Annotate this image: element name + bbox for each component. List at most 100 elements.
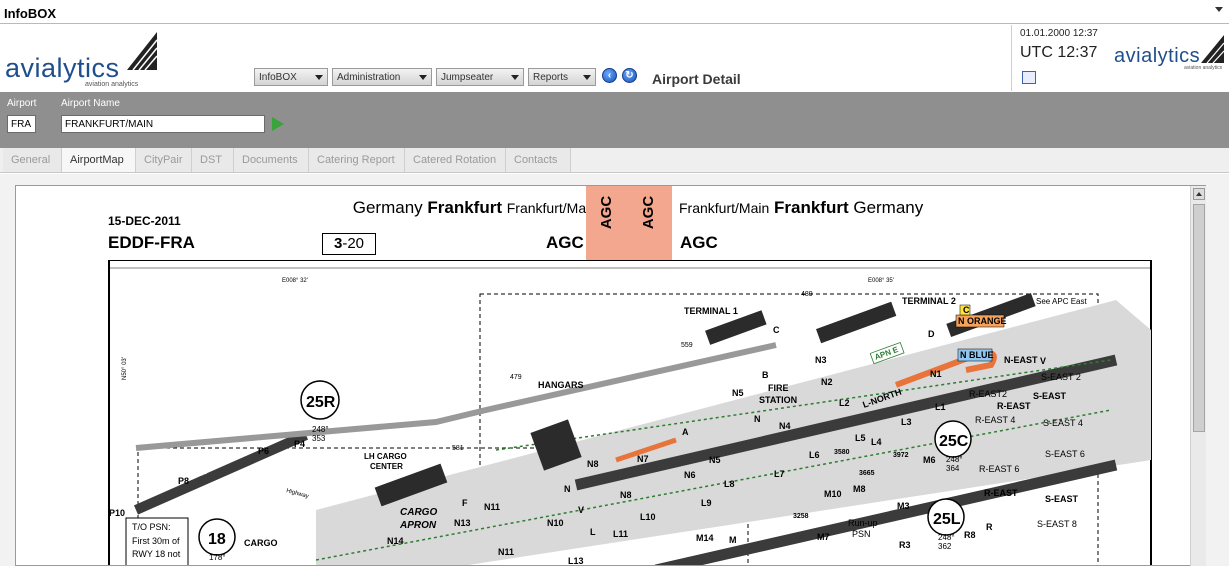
label-r-east4: R-EAST 4 (975, 415, 1015, 425)
agc-left: AGC (546, 233, 584, 252)
taxiway-label: N11 (484, 502, 500, 512)
taxiway-label: M (729, 535, 737, 545)
taxiway-label: F (462, 498, 468, 508)
tab-catering-report[interactable]: Catering Report (309, 148, 405, 172)
chart-location-left: Germany Frankfurt Frankfurt/Main (353, 198, 597, 218)
page-title: Airport Detail (652, 71, 741, 87)
airport: Frankfurt/Main (506, 200, 597, 216)
taxiway-label: L (590, 527, 596, 537)
airport-chart-frame[interactable]: 15-DEC-2011 EDDF-FRA 3-20 Germany Frankf… (15, 185, 1206, 566)
label-see-apc: See APC East (1036, 297, 1087, 306)
agc-right: AGC (680, 233, 718, 252)
taxiway-label: A (682, 427, 689, 437)
agc-vertical: AGC (598, 195, 616, 230)
taxiway-label: V (578, 505, 584, 515)
tab-contacts[interactable]: Contacts (506, 148, 571, 172)
label-cargo-apron: APRON (399, 520, 437, 531)
taxiway-label: M3 (897, 501, 910, 511)
tab-catered-rotation[interactable]: Catered Rotation (405, 148, 506, 172)
taxiway-label: L11 (613, 529, 628, 539)
tab-citypair[interactable]: CityPair (136, 148, 192, 172)
label-to-psn: T/O PSN: (132, 522, 171, 532)
label-s-east: S-EAST (1033, 391, 1067, 401)
runway-elev: 353 (312, 434, 326, 443)
taxiway-label: M7 (817, 532, 830, 542)
label-fire: FIRE (768, 383, 789, 393)
vertical-scrollbar[interactable] (1190, 186, 1206, 566)
tab-dst[interactable]: DST (192, 148, 234, 172)
label-runup: Run-up (848, 518, 878, 528)
scroll-up-icon[interactable] (1193, 188, 1205, 200)
titlebar-dropdown-icon[interactable] (1215, 7, 1223, 12)
taxiway-label: P8 (178, 476, 189, 486)
taxiway-label: N2 (821, 377, 833, 387)
menu-reports[interactable]: Reports (528, 68, 596, 86)
taxiway-label: N7 (637, 454, 649, 464)
runway-hdg: 178° (209, 553, 226, 562)
chart-page-number: 3-20 (322, 233, 376, 255)
airport-code-input[interactable] (7, 115, 36, 133)
taxiway-label: N1 (930, 369, 942, 379)
main-menu: InfoBOX Administration Jumpseater Report… (254, 68, 596, 86)
airport-name-input[interactable] (61, 115, 265, 133)
brand-sub-small: aviation analytics (1184, 65, 1223, 71)
label-to-psn: RWY 18 not (132, 549, 181, 559)
session-panel: 01.01.2000 12:37 UTC 12:37 avialytics av… (1011, 25, 1229, 91)
taxiway-label: R (986, 522, 993, 532)
taxiway-label: 3972 (893, 452, 909, 459)
label-elev: 581 (452, 445, 464, 452)
chevron-down-icon (583, 75, 591, 80)
runway-id: 18 (208, 531, 226, 548)
label-n-blue: N BLUE (960, 350, 994, 360)
chart-header: 15-DEC-2011 EDDF-FRA 3-20 Germany Frankf… (16, 186, 1205, 260)
scroll-thumb[interactable] (1193, 204, 1205, 432)
taxiway-label: C (963, 305, 970, 315)
airport-name-label: Airport Name (61, 98, 120, 109)
taxiway-label: L7 (774, 469, 785, 479)
label-n-orange: N ORANGE (958, 316, 1007, 326)
current-date: 01.01.2000 12:37 (1020, 28, 1098, 39)
tab-documents[interactable]: Documents (234, 148, 309, 172)
taxiway-label: 3580 (834, 449, 850, 456)
runway-id: 25C (939, 433, 969, 450)
taxiway-label: L13 (568, 556, 584, 566)
runway-hdg: 248° (312, 425, 329, 434)
brand-mark-icon (1201, 35, 1225, 64)
taxiway-label: M8 (853, 484, 866, 494)
tab-general[interactable]: General (3, 148, 62, 172)
label-s-east: S-EAST (1045, 494, 1079, 504)
taxiway-label: C (773, 325, 780, 335)
runway-elev: 362 (938, 542, 952, 551)
menu-jumpseater[interactable]: Jumpseater (436, 68, 524, 86)
runway-hdg: 248° (946, 455, 963, 464)
label-elev: 559 (681, 342, 693, 349)
window-title: InfoBOX (4, 6, 56, 21)
edit-icon[interactable] (1022, 71, 1036, 84)
label-terminal1: TERMINAL 1 (684, 306, 738, 316)
menu-label: InfoBOX (259, 72, 297, 83)
back-button[interactable]: ‹ (602, 68, 617, 83)
label-cargo-apron: CARGO (400, 507, 437, 518)
menu-administration[interactable]: Administration (332, 68, 432, 86)
chart-date: 15-DEC-2011 (108, 214, 181, 228)
taxiway-label: R3 (899, 540, 911, 550)
taxiway-label: L5 (855, 433, 866, 443)
label-r-east: R-EAST (997, 401, 1031, 411)
chevron-down-icon (315, 75, 323, 80)
taxiway-label: L8 (724, 479, 735, 489)
tab-airportmap[interactable]: AirportMap (62, 148, 136, 172)
label-r-east6: R-EAST 6 (979, 464, 1019, 474)
menu-label: Jumpseater (441, 72, 494, 83)
menu-infobox[interactable]: InfoBOX (254, 68, 328, 86)
tab-content: 15-DEC-2011 EDDF-FRA 3-20 Germany Frankf… (0, 174, 1229, 566)
label-elev: 489 (801, 291, 813, 298)
refresh-button[interactable]: ↻ (622, 68, 637, 83)
taxiway-label: N6 (684, 470, 696, 480)
taxiway-label: N8 (587, 459, 599, 469)
taxiway-label: N (564, 484, 571, 494)
go-button[interactable] (272, 117, 284, 131)
taxiway-label: P6 (258, 446, 269, 456)
label-s-east2: S-EAST 2 (1041, 372, 1081, 382)
label-terminal2: TERMINAL 2 (902, 296, 956, 306)
chevron-down-icon (419, 75, 427, 80)
